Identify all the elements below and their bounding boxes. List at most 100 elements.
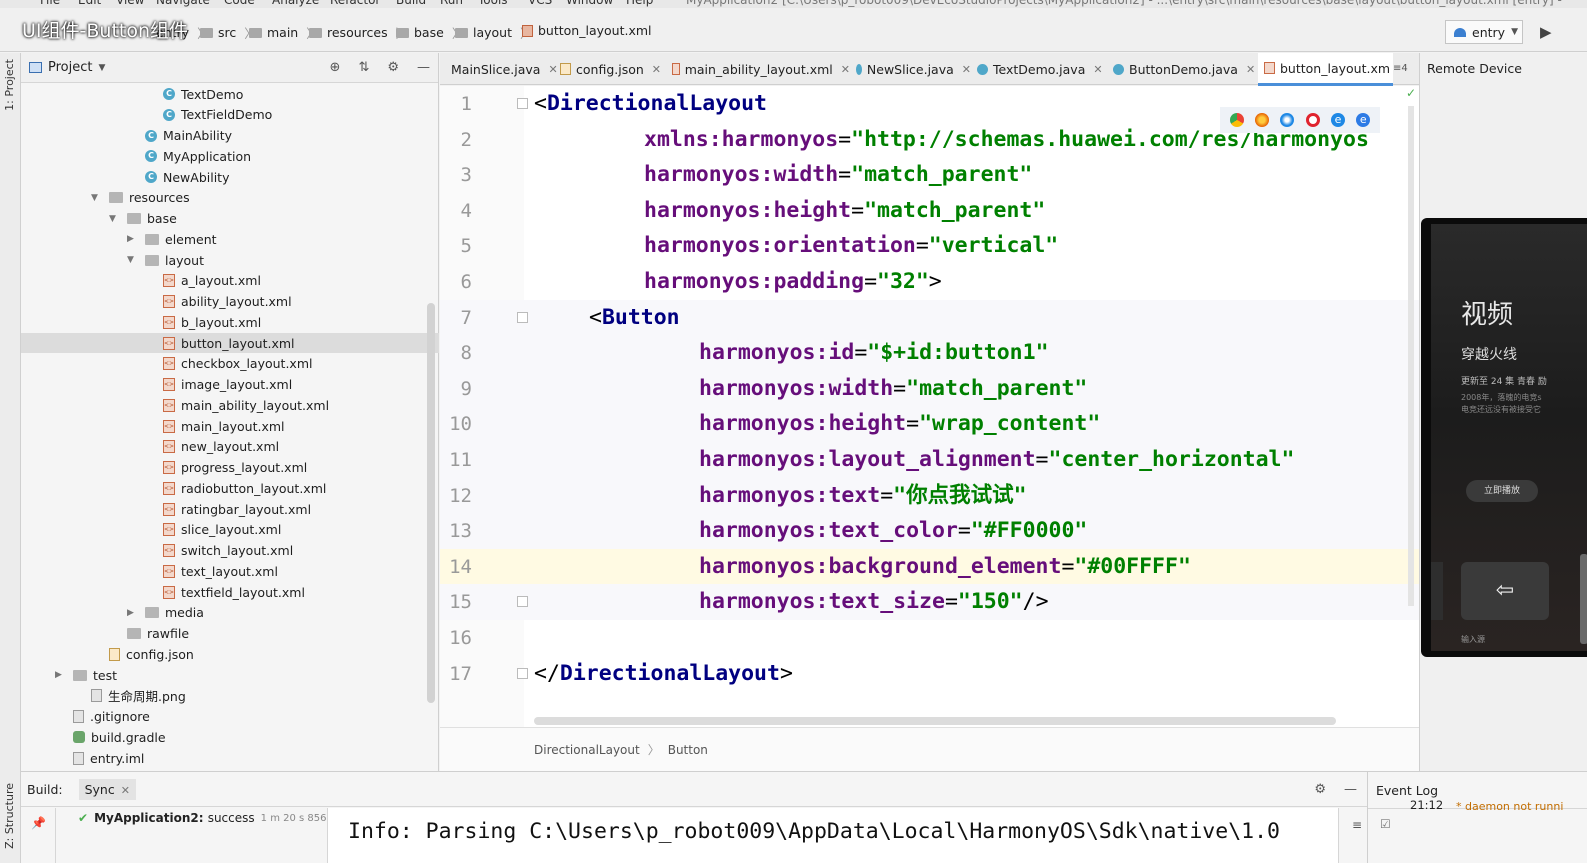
code-line[interactable]: 4 harmonyos:height="match_parent" — [440, 193, 1419, 229]
code-line[interactable]: 9 harmonyos:width="match_parent" — [440, 370, 1419, 407]
tab-sync[interactable]: Sync ✕ — [78, 778, 136, 800]
chevron-down-icon[interactable]: ▼ — [91, 193, 103, 203]
code-line[interactable]: 8 harmonyos:id="$+id:button1" — [440, 335, 1419, 372]
chevron-right-icon[interactable]: ▶ — [55, 670, 67, 680]
tree-item[interactable]: ▼ resources — [21, 188, 439, 208]
breadcrumb-item[interactable]: src — [218, 25, 236, 40]
tile[interactable] — [1431, 562, 1443, 620]
locate-icon[interactable]: ⊕ — [330, 60, 341, 75]
chevron-right-icon[interactable]: ▶ — [127, 608, 139, 618]
breadcrumb-layout[interactable]: layout〉 — [455, 23, 533, 42]
code-line[interactable]: 3 harmonyos:width="match_parent" — [440, 157, 1419, 193]
tree-item[interactable]: <> b_layout.xml — [21, 312, 439, 332]
breadcrumb-item[interactable]: Button — [668, 743, 708, 757]
tree-item[interactable]: <> textfield_layout.xml — [21, 582, 439, 602]
code-line[interactable]: 10 harmonyos:height="wrap_content" — [440, 406, 1419, 443]
tree-item[interactable]: rawfile — [21, 624, 439, 644]
code-line[interactable]: 7 <Button — [440, 299, 1419, 336]
tree-item[interactable]: .gitignore — [21, 707, 439, 727]
code-line[interactable]: 12 harmonyos:text="你点我试试" — [440, 477, 1419, 514]
firefox-icon[interactable] — [1254, 113, 1269, 127]
structure-tool-tab[interactable]: Z: Structure — [3, 783, 16, 849]
tree-item[interactable]: <> image_layout.xml — [21, 375, 439, 395]
soft-wrap-icon[interactable]: ≡ — [1352, 818, 1362, 832]
tree-item[interactable]: <> main_ability_layout.xml — [21, 395, 439, 415]
gear-icon[interactable]: ⚙ — [1314, 782, 1326, 797]
minimize-icon[interactable]: — — [1344, 782, 1357, 797]
tree-item[interactable]: entry.iml — [21, 748, 439, 768]
input-source-tile[interactable]: ⇦ — [1461, 562, 1549, 620]
breadcrumb-item[interactable]: DirectionalLayout — [534, 743, 640, 757]
tree-item[interactable]: <> main_layout.xml — [21, 416, 439, 436]
close-icon[interactable]: ✕ — [841, 63, 850, 76]
tree-item[interactable]: <> slice_layout.xml — [21, 520, 439, 540]
chevron-down-icon[interactable]: ▼ — [127, 255, 139, 265]
breadcrumb-resources[interactable]: resources〉 — [309, 23, 408, 42]
chrome-icon[interactable] — [1229, 113, 1244, 127]
close-icon[interactable]: ✕ — [962, 63, 971, 76]
opera-icon[interactable] — [1305, 113, 1320, 127]
chevron-down-icon[interactable]: ▼ — [109, 214, 121, 224]
code-line[interactable]: 17 </DirectionalLayout> — [440, 656, 1419, 692]
fold-marker-icon[interactable] — [517, 667, 528, 679]
menu-item[interactable]: Build — [396, 0, 426, 7]
project-panel-title[interactable]: Project — [48, 60, 92, 75]
close-icon[interactable]: ✕ — [1246, 63, 1255, 76]
ie-icon[interactable]: e — [1330, 113, 1345, 127]
tree-item[interactable]: <> progress_layout.xml — [21, 458, 439, 478]
editor-tab[interactable]: main_ability_layout.xml ✕ — [666, 53, 850, 85]
run-config-dropdown[interactable]: entry ▼ — [1445, 20, 1523, 44]
breadcrumb-item[interactable]: resources — [327, 25, 388, 40]
gear-icon[interactable]: ⚙ — [387, 60, 399, 75]
minimize-icon[interactable]: — — [417, 60, 430, 75]
code-editor[interactable]: 1 <DirectionalLayout 2 xmlns:harmonyos="htt… — [440, 86, 1419, 727]
device-screen[interactable]: 视频 穿越火线 更新至 24 集 青春 励 2008年，落魄的电竞s 电竞还远没有… — [1431, 224, 1587, 651]
editor-tab[interactable]: button_layout.xm — [1258, 53, 1393, 86]
close-icon[interactable]: ✕ — [1093, 63, 1102, 76]
breadcrumb-item[interactable]: button_layout.xml — [538, 23, 652, 38]
editor-tab[interactable]: TextDemo.java ✕ — [971, 53, 1107, 85]
editor-tab[interactable]: NewSlice.java ✕ — [850, 53, 971, 85]
event-message[interactable]: * daemon not runni — [1456, 800, 1563, 813]
tree-item[interactable]: ▶ test — [21, 665, 439, 685]
tabs-overflow-button[interactable]: ≡4 — [1393, 63, 1408, 74]
menu-item[interactable]: File — [40, 0, 60, 7]
project-tool-tab[interactable]: 1: Project — [3, 59, 16, 111]
menu-item[interactable]: Tools — [478, 0, 508, 7]
tree-item[interactable]: 生命周期.png — [21, 686, 439, 706]
tree-item[interactable]: ▼ layout — [21, 250, 439, 270]
menu-item[interactable]: Run — [440, 0, 463, 7]
editor-tab[interactable]: config.json ✕ — [554, 53, 666, 85]
remote-device-title[interactable]: Remote Device — [1427, 61, 1522, 76]
menu-item[interactable]: VCS — [528, 0, 552, 7]
chevron-down-icon[interactable]: ▼ — [98, 63, 105, 73]
event-log-title[interactable]: Event Log — [1376, 783, 1438, 798]
run-icon[interactable]: ▶ — [1540, 23, 1552, 41]
close-icon[interactable]: ✕ — [652, 63, 661, 76]
safari-icon[interactable] — [1280, 113, 1295, 127]
code-line[interactable]: 11 harmonyos:layout_alignment="center_hor… — [440, 442, 1419, 478]
menu-item[interactable]: Analyze — [272, 0, 319, 7]
tree-item[interactable]: build.gradle — [21, 727, 439, 747]
fold-marker-icon[interactable] — [517, 311, 528, 323]
tree-item[interactable]: C MainAbility — [21, 126, 439, 146]
menu-item[interactable]: Window — [566, 0, 613, 7]
mark-read-icon[interactable]: ☑ — [1380, 817, 1391, 831]
play-now-button[interactable]: 立即播放 — [1466, 480, 1538, 502]
menu-item[interactable]: View — [116, 0, 144, 7]
tree-item[interactable]: <> new_layout.xml — [21, 437, 439, 457]
scrollbar[interactable] — [427, 303, 435, 703]
scrollbar[interactable] — [1408, 106, 1414, 606]
breadcrumb-item[interactable]: main — [267, 25, 298, 40]
editor-tab[interactable]: MainSlice.java ✕ — [440, 53, 558, 85]
code-line[interactable]: 5 harmonyos:orientation="vertical" — [440, 228, 1419, 264]
tree-item[interactable]: C NewAbility — [21, 167, 439, 187]
tree-item[interactable]: <> button_layout.xml — [21, 333, 439, 353]
build-console[interactable]: Info: Parsing C:\Users\p_robot009\AppDat… — [328, 808, 1338, 863]
collapse-all-icon[interactable]: ⇅ — [358, 60, 369, 75]
code-line[interactable]: 15 harmonyos:text_size="150"/> — [440, 584, 1419, 621]
menu-item[interactable]: Edit — [78, 0, 101, 7]
fold-marker-icon[interactable] — [517, 596, 528, 608]
breadcrumb-item[interactable]: layout — [473, 25, 512, 40]
menu-item[interactable]: Refactor — [330, 0, 380, 7]
